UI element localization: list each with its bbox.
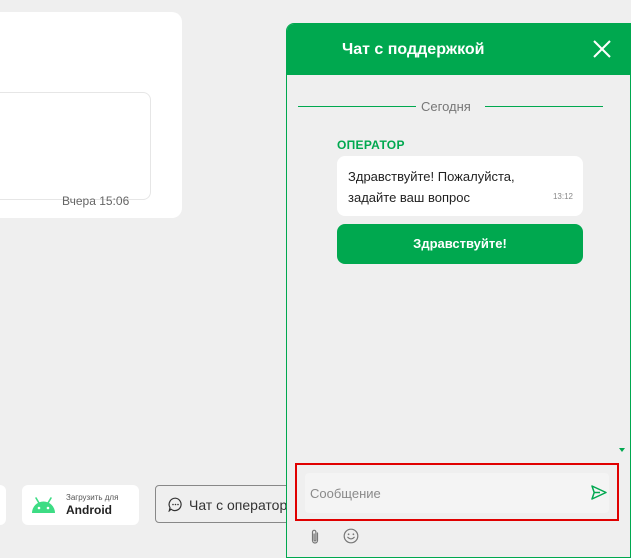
chat-bubble-icon [168, 497, 183, 517]
send-icon[interactable] [591, 485, 607, 505]
operator-label: ОПЕРАТОР [337, 138, 405, 152]
android-store-badge[interactable]: Загрузить для Android [22, 485, 139, 525]
store-badge-title: Android [66, 503, 112, 517]
chat-with-operator-button[interactable]: Чат с оператором [155, 485, 305, 523]
date-divider: Сегодня [421, 99, 471, 114]
chat-header: Чат с поддержкой [287, 24, 630, 75]
emoji-icon[interactable] [343, 528, 359, 549]
message-input-area [295, 463, 619, 521]
android-icon [30, 496, 57, 519]
background-message-time: Вчера 15:06 [62, 194, 130, 208]
chat-title: Чат с поддержкой [342, 41, 485, 58]
paperclip-icon[interactable] [310, 529, 320, 550]
message-input[interactable] [310, 473, 580, 513]
background-message-card: Вчера 15:06 [0, 92, 151, 208]
message-input-box[interactable] [305, 473, 609, 513]
date-divider-line-left [298, 106, 416, 107]
store-badge-partial[interactable] [0, 485, 6, 525]
message-time: 13:12 [552, 192, 573, 201]
quick-reply-button[interactable]: Здравствуйте! [337, 224, 583, 264]
background-card: Вчера 15:06 [0, 12, 182, 218]
close-icon[interactable] [593, 40, 611, 63]
store-badge-subtitle: Загрузить для [66, 493, 119, 502]
scroll-down-arrow[interactable] [619, 448, 625, 452]
message-text: Здравствуйте! Пожалуйста, задайте ваш во… [348, 169, 515, 205]
operator-message: Здравствуйте! Пожалуйста, задайте ваш во… [337, 156, 583, 216]
support-chat-panel: Чат с поддержкой Сегодня ОПЕРАТОР Здравс… [286, 23, 631, 558]
date-divider-line-right [485, 106, 603, 107]
